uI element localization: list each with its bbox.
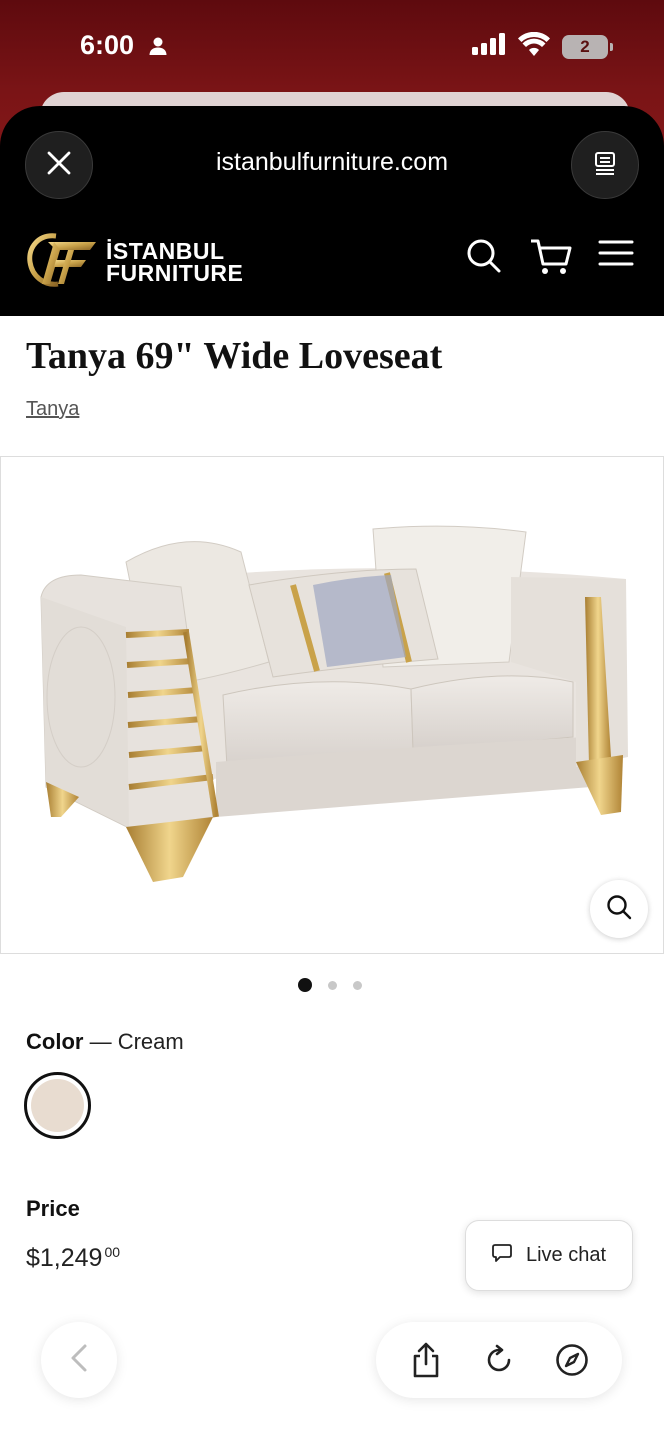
price-label: Price — [26, 1196, 80, 1221]
zoom-button[interactable] — [590, 880, 648, 938]
collection-link[interactable]: Tanya — [26, 398, 79, 421]
image-dot-2[interactable] — [328, 980, 337, 990]
product-image[interactable] — [0, 456, 664, 954]
share-icon[interactable] — [401, 1335, 451, 1385]
color-option-label: Color — Cream — [26, 1029, 184, 1055]
reload-icon[interactable] — [474, 1335, 524, 1385]
reader-mode-icon — [593, 151, 617, 180]
image-pagination — [298, 978, 362, 992]
color-swatch-cream[interactable] — [24, 1072, 91, 1139]
logo-line-1: İSTANBUL — [106, 237, 225, 264]
live-chat-button[interactable]: Live chat — [465, 1220, 633, 1291]
site-logo[interactable]: İSTANBUL FURNITURE — [26, 228, 243, 295]
color-value: Cream — [117, 1029, 184, 1054]
chat-bubble-icon — [492, 1243, 512, 1269]
person-icon — [148, 36, 168, 61]
status-time: 6:00 — [80, 30, 135, 60]
status-indicators: 2 — [472, 31, 613, 61]
image-dot-3[interactable] — [353, 980, 362, 990]
back-icon — [69, 1343, 89, 1378]
browser-toolbar — [376, 1322, 622, 1398]
logo-monogram-icon — [26, 228, 100, 295]
signal-icon — [472, 33, 506, 60]
compass-icon[interactable] — [547, 1335, 597, 1385]
live-chat-label: Live chat — [525, 1244, 607, 1266]
url-bar[interactable]: istanbulfurniture.com — [0, 148, 664, 177]
back-button[interactable] — [41, 1322, 117, 1398]
product-title: Tanya 69" Wide Loveseat — [26, 335, 443, 377]
color-label: Color — [26, 1029, 84, 1054]
price: $1,249 00 — [26, 1244, 120, 1273]
logo-text: İSTANBUL FURNITURE — [106, 237, 244, 286]
logo-line-2: FURNITURE — [106, 259, 244, 286]
swatch-fill — [31, 1079, 84, 1132]
cart-icon[interactable] — [530, 238, 572, 281]
image-dot-1[interactable] — [298, 978, 312, 992]
zoom-icon — [606, 894, 632, 925]
reader-mode-button[interactable] — [571, 131, 639, 199]
battery-icon: 2 — [562, 34, 613, 59]
menu-icon[interactable] — [598, 238, 634, 273]
color-separator: — — [83, 1029, 118, 1054]
price-main: $1,249 — [26, 1244, 103, 1272]
price-cents: 00 — [104, 1244, 121, 1260]
search-icon[interactable] — [466, 238, 502, 279]
wifi-icon — [518, 31, 550, 61]
